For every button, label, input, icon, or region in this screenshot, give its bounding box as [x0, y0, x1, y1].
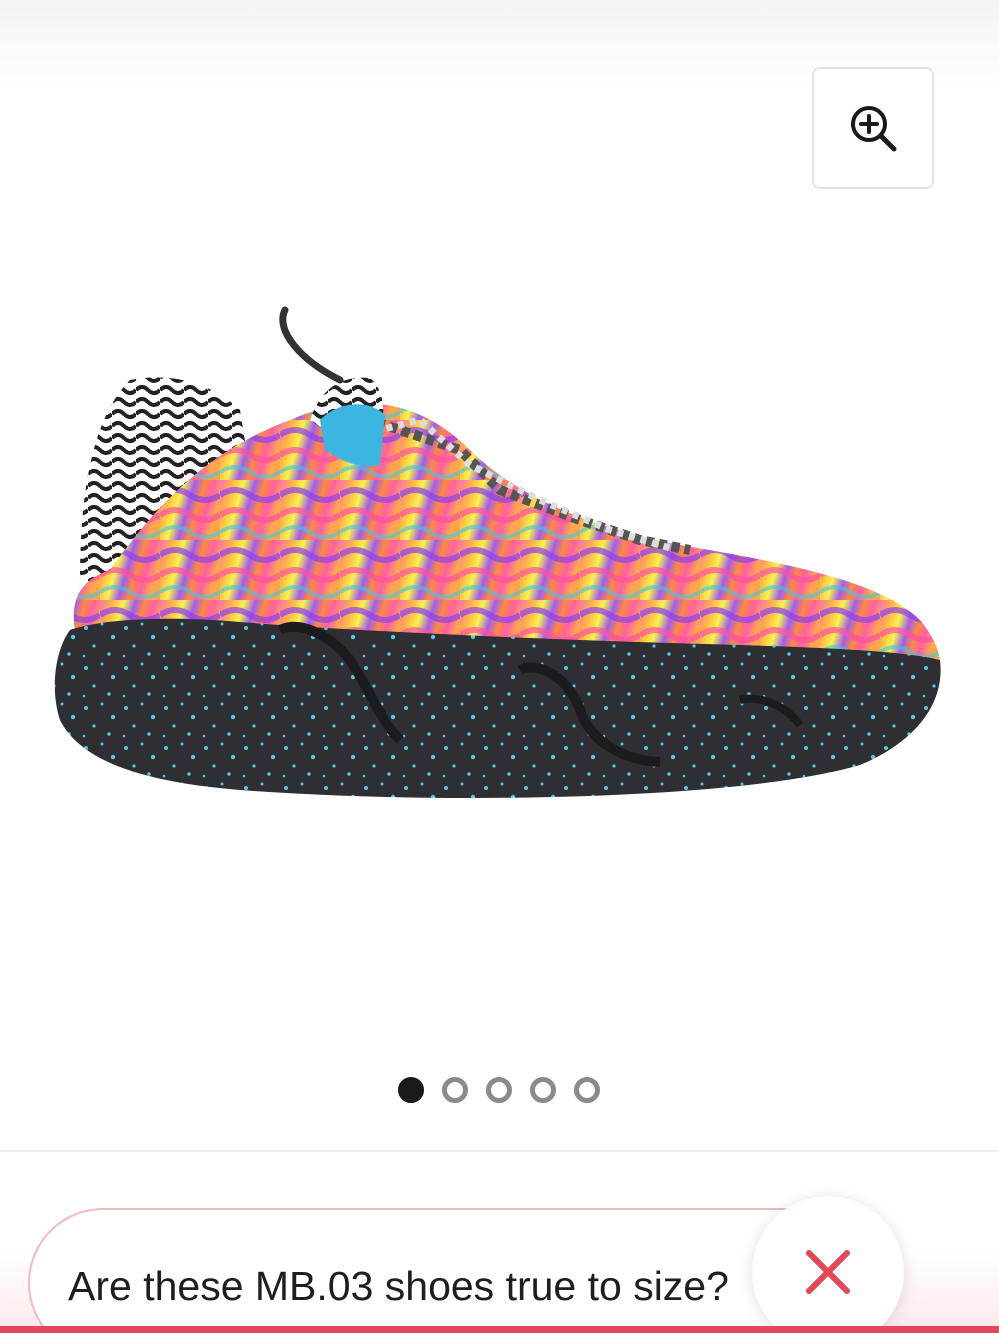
zoom-in-icon	[851, 106, 897, 152]
carousel-dot-3[interactable]	[486, 1077, 512, 1103]
product-image[interactable]	[40, 300, 955, 810]
product-page: Are these MB.03 shoes true to size?	[0, 0, 999, 1333]
carousel-dots	[398, 1077, 600, 1103]
carousel-dot-5[interactable]	[574, 1077, 600, 1103]
carousel-dot-4[interactable]	[530, 1077, 556, 1103]
close-icon	[806, 1250, 850, 1294]
carousel-dot-2[interactable]	[442, 1077, 468, 1103]
zoom-button[interactable]	[812, 67, 934, 189]
suggested-question-text: Are these MB.03 shoes true to size?	[68, 1263, 729, 1309]
bottom-accent-bar	[0, 1326, 999, 1333]
carousel-dot-1[interactable]	[398, 1077, 424, 1103]
